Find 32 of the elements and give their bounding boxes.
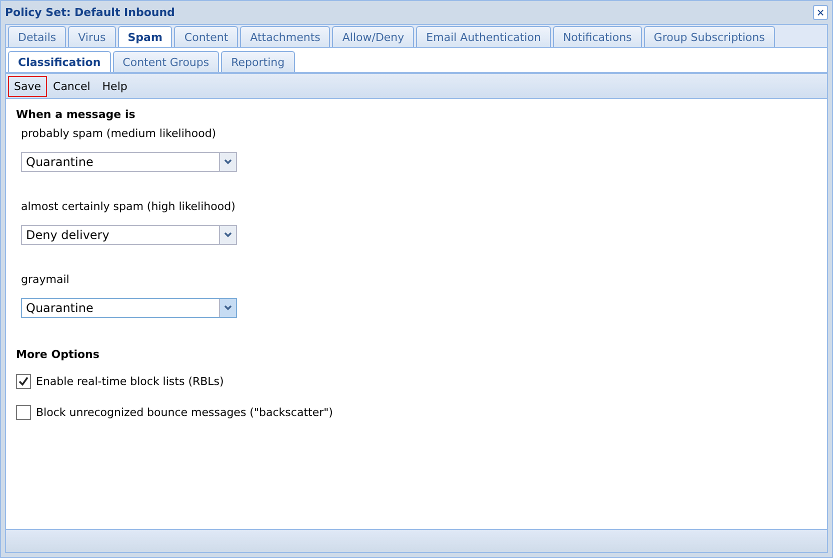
tab[interactable]: Email Authentication xyxy=(416,26,551,47)
dropdown[interactable]: Quarantine xyxy=(21,298,237,318)
toolbar-button[interactable]: Help xyxy=(96,76,134,96)
tab[interactable]: Spam xyxy=(118,26,172,47)
checkbox-label: Block unrecognized bounce messages ("backscatter") xyxy=(36,406,333,419)
tab[interactable]: Attachments xyxy=(240,26,330,47)
tab[interactable]: Group Subscriptions xyxy=(644,26,775,47)
toolbar-button[interactable]: Save xyxy=(8,76,48,96)
dropdown[interactable]: Deny delivery xyxy=(21,225,237,245)
close-button[interactable]: × xyxy=(813,5,828,20)
section-title: More Options xyxy=(16,348,100,361)
field-label: graymail xyxy=(21,273,70,286)
tab[interactable]: Notifications xyxy=(552,26,642,47)
tab[interactable]: Classification xyxy=(8,51,111,72)
chevron-down-icon xyxy=(219,153,236,171)
checkbox[interactable] xyxy=(16,374,31,389)
tab[interactable]: Reporting xyxy=(221,51,295,72)
tab[interactable]: Virus xyxy=(68,26,116,47)
field-label: probably spam (medium likelihood) xyxy=(21,127,218,140)
field-label: almost certainly spam (high likelihood) xyxy=(21,200,236,213)
tab[interactable]: Details xyxy=(8,26,66,47)
tab[interactable]: Content Groups xyxy=(112,51,220,72)
chevron-down-icon xyxy=(219,226,236,244)
tab[interactable]: Content xyxy=(174,26,238,47)
tab[interactable]: Allow/Deny xyxy=(332,26,414,47)
section-title: When a message is xyxy=(16,108,136,121)
window-title: Policy Set: Default Inbound xyxy=(5,6,175,19)
dropdown[interactable]: Quarantine xyxy=(21,152,237,172)
toolbar-button[interactable]: Cancel xyxy=(47,76,96,96)
checkbox[interactable] xyxy=(16,405,31,420)
chevron-down-icon xyxy=(219,299,236,317)
checkbox-label: Enable real-time block lists (RBLs) xyxy=(36,375,224,388)
